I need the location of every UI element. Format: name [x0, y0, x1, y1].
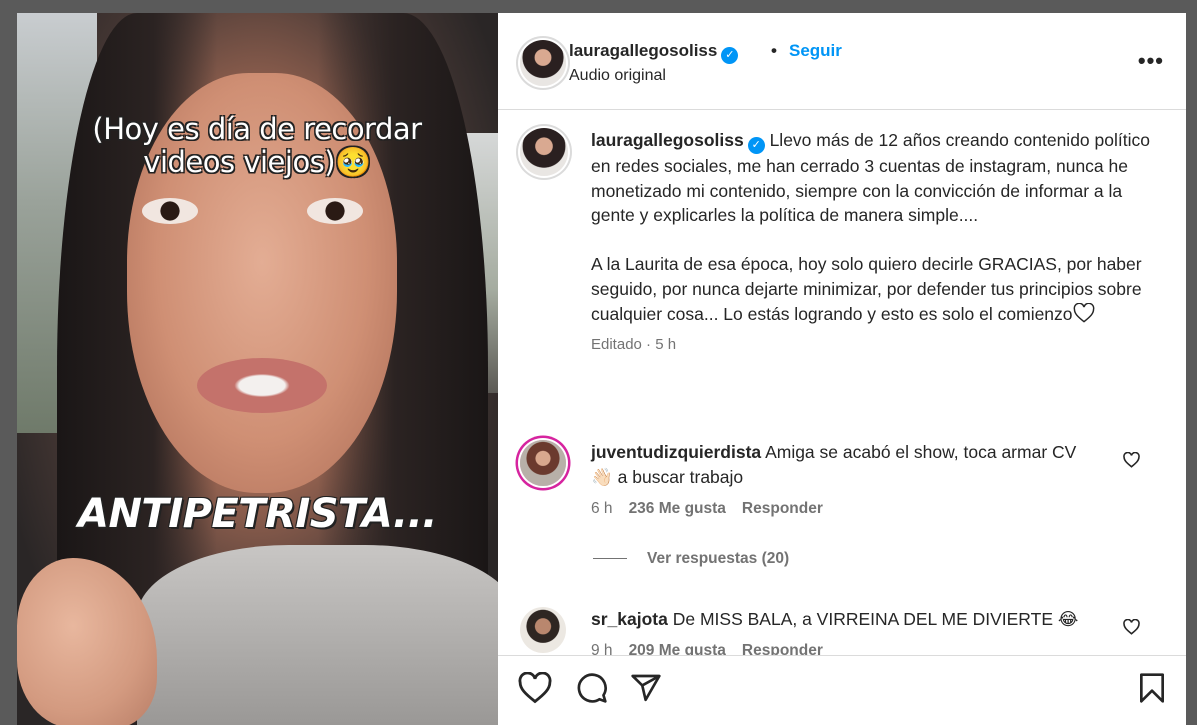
- author-username-text[interactable]: lauragallegosoliss: [569, 41, 717, 60]
- post-actions-bar: [498, 655, 1186, 725]
- share-icon[interactable]: [630, 672, 662, 704]
- video-overlay-caption: (Hoy es día de recordar videos viejos)🥹: [92, 112, 422, 179]
- caption-meta: Editado · 5 h: [591, 336, 677, 354]
- post-header: lauragallegosoliss ✓ • Seguir Audio origi…: [498, 13, 1186, 110]
- comment-likes[interactable]: 209 Me gusta: [629, 642, 726, 655]
- post-panel: lauragallegosoliss ✓ • Seguir Audio origi…: [498, 13, 1186, 725]
- comment-username[interactable]: sr_kajota: [591, 609, 668, 629]
- like-comment-icon[interactable]: [1123, 619, 1140, 635]
- caption-avatar[interactable]: [520, 128, 568, 176]
- comment-body: juventudizquierdista Amiga se acabó el s…: [591, 440, 1101, 490]
- caption-text: lauragallegosoliss ✓ Llevo más de 12 años…: [591, 128, 1159, 326]
- view-replies-button[interactable]: Ver respuestas (20): [593, 550, 789, 568]
- comment-item: juventudizquierdista Amiga se acabó el s…: [520, 440, 1160, 518]
- post-video[interactable]: (Hoy es día de recordar videos viejos)🥹 …: [17, 13, 498, 725]
- comment-avatar[interactable]: [520, 440, 566, 486]
- reply-button[interactable]: Responder: [742, 642, 823, 655]
- video-overlay-title: ANTIPETRISTA...: [78, 491, 437, 537]
- follow-button[interactable]: Seguir: [789, 41, 842, 61]
- replies-line: [593, 558, 627, 560]
- comment-avatar[interactable]: [520, 607, 566, 653]
- comment-time[interactable]: 6 h: [591, 500, 613, 517]
- verified-badge-icon: ✓: [747, 137, 765, 154]
- heart-emoji-icon: [1073, 302, 1094, 323]
- comment-username[interactable]: juventudizquierdista: [591, 442, 761, 462]
- view-replies-label[interactable]: Ver respuestas (20): [647, 550, 789, 567]
- comment-text: De MISS BALA, a VIRREINA DEL ME DIVIERTE…: [672, 609, 1079, 629]
- author-avatar[interactable]: [520, 40, 566, 86]
- audio-label[interactable]: Audio original: [569, 67, 666, 85]
- bookmark-icon[interactable]: [1138, 672, 1166, 704]
- video-shirt: [137, 545, 498, 725]
- comment-actions: 6 h 236 Me gusta Responder: [591, 500, 1160, 518]
- video-lips: [197, 358, 327, 413]
- like-comment-icon[interactable]: [1123, 452, 1140, 468]
- post-caption: lauragallegosoliss ✓ Llevo más de 12 años…: [520, 128, 1160, 353]
- video-eye-left: [142, 198, 198, 224]
- comment-likes[interactable]: 236 Me gusta: [629, 500, 726, 517]
- caption-paragraph-2: A la Laurita de esa época, hoy solo quie…: [591, 254, 1142, 324]
- caption-username[interactable]: lauragallegosoliss: [591, 130, 744, 150]
- reply-button[interactable]: Responder: [742, 500, 823, 517]
- comments-scroll-area[interactable]: lauragallegosoliss ✓ Llevo más de 12 años…: [498, 110, 1186, 655]
- heart-icon[interactable]: [518, 672, 552, 704]
- caption-paragraph-2-wrap: A la Laurita de esa época, hoy solo quie…: [591, 252, 1159, 326]
- comment-body: sr_kajota De MISS BALA, a VIRREINA DEL M…: [591, 607, 1101, 632]
- separator-dot: •: [771, 41, 777, 60]
- post-modal: (Hoy es día de recordar videos viejos)🥹 …: [17, 13, 1186, 725]
- more-options-icon[interactable]: •••: [1138, 48, 1164, 74]
- comment-actions: 9 h 209 Me gusta Responder: [591, 642, 1160, 655]
- comment-time[interactable]: 9 h: [591, 642, 613, 655]
- comment-item: sr_kajota De MISS BALA, a VIRREINA DEL M…: [520, 607, 1160, 655]
- verified-badge-icon: ✓: [721, 47, 739, 64]
- author-username[interactable]: lauragallegosoliss ✓: [569, 41, 739, 64]
- comment-icon[interactable]: [576, 672, 608, 704]
- video-eye-right: [307, 198, 363, 224]
